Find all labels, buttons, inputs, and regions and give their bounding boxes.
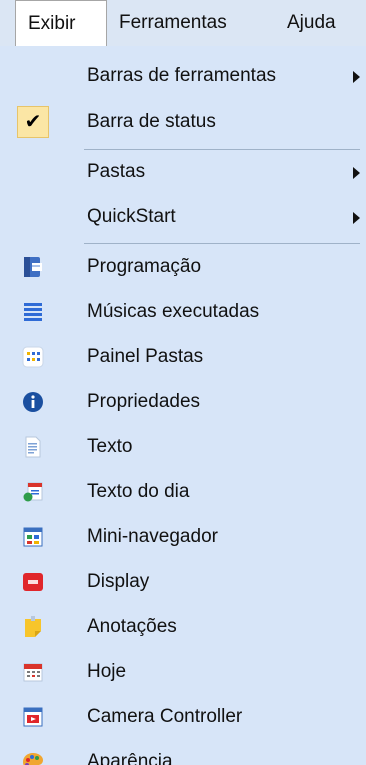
menu-item-label: Display [87,571,150,592]
menu-item-musicas-executadas[interactable]: Músicas executadas [0,290,366,334]
menu-item-pastas[interactable]: Pastas [0,150,366,194]
menu-separator [84,243,360,244]
folder-grid-icon [22,346,44,368]
menu-item-label: Barras de ferramentas [87,65,277,86]
submenu-arrow-icon [353,167,360,179]
menu-item-label: Pastas [87,161,146,182]
menu-ferramentas[interactable]: Ferramentas [119,0,227,46]
menu-item-label: Hoje [87,661,127,682]
menu-item-label: Texto do dia [87,481,190,502]
calendar-text-icon [22,481,44,503]
schedule-book-icon [22,256,44,278]
menu-item-display[interactable]: Display [0,560,366,604]
display-icon [22,571,44,593]
menu-item-label: Propriedades [87,391,201,412]
menu-item-label: Mini-navegador [87,526,218,547]
menu-item-programacao[interactable]: Programação [0,245,366,289]
menu-item-painel-pastas[interactable]: Painel Pastas [0,335,366,379]
menu-ajuda[interactable]: Ajuda [287,0,336,46]
menu-item-camera-controller[interactable]: Camera Controller [0,695,366,739]
menu-item-barra-de-status[interactable]: ✔ Barra de status [0,100,366,144]
menu-item-label: Painel Pastas [87,346,204,367]
menu-item-label: Aparência [87,751,173,765]
mini-browser-icon [22,526,44,548]
menu-item-anotacoes[interactable]: Anotações [0,605,366,649]
menu-item-hoje[interactable]: Hoje [0,650,366,694]
application-window: Exibir Ferramentas Ajuda Barras de ferra… [0,0,366,765]
menu-item-texto[interactable]: Texto [0,425,366,469]
menu-item-texto-do-dia[interactable]: Texto do dia [0,470,366,514]
menu-item-label: Barra de status [87,111,216,132]
sticky-note-icon [22,616,44,638]
submenu-arrow-icon [353,212,360,224]
menu-item-label: Texto [87,436,133,457]
menu-item-mini-navegador[interactable]: Mini-navegador [0,515,366,559]
menu-item-label: Camera Controller [87,706,243,727]
document-icon [22,436,44,458]
menu-item-barras-de-ferramentas[interactable]: Barras de ferramentas [0,54,366,98]
menu-item-label: Músicas executadas [87,301,260,322]
today-calendar-icon [22,661,44,683]
menu-exibir[interactable]: Exibir [15,0,107,46]
menu-item-quickstart[interactable]: QuickStart [0,195,366,239]
list-lines-icon [22,301,44,323]
exibir-dropdown-menu: Barras de ferramentas ✔ Barra de status … [0,46,366,765]
camera-controller-icon [22,706,44,728]
palette-icon [22,751,44,765]
checkmark-icon: ✔ [17,106,49,138]
menu-item-label: Programação [87,256,202,277]
menu-item-propriedades[interactable]: Propriedades [0,380,366,424]
menu-item-aparencia[interactable]: Aparência [0,740,366,765]
menu-bar: Exibir Ferramentas Ajuda [0,0,366,46]
info-icon [22,391,44,413]
menu-item-label: QuickStart [87,206,176,227]
submenu-arrow-icon [353,71,360,83]
menu-item-label: Anotações [87,616,177,637]
